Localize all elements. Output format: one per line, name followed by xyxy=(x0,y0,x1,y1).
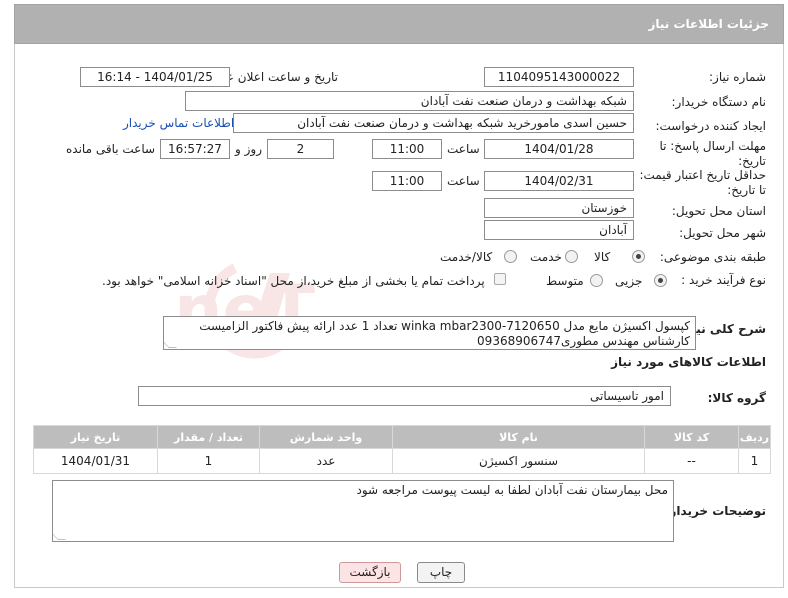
buyer-notes-label: توضیحات خریدار: xyxy=(664,504,766,518)
goods-info-title: اطلاعات کالاهای مورد نیاز xyxy=(611,355,766,369)
col-quantity: تعداد / مقدار xyxy=(157,425,260,449)
price-validity-label: حداقل تاریخ اعتبار قیمت: تا تاریخ: xyxy=(639,168,766,197)
reply-time-field: 11:00 xyxy=(372,139,442,159)
category-goods-radio[interactable] xyxy=(632,250,645,263)
buyer-contact-link[interactable]: اطلاعات تماس خریدار xyxy=(123,116,234,130)
cell-goods-name: سنسور اکسیژن xyxy=(392,448,645,474)
treasury-payment-checkbox[interactable] xyxy=(494,273,506,285)
items-table: ردیف کد کالا نام کالا واحد شمارش تعداد /… xyxy=(33,425,771,474)
items-table-header: ردیف کد کالا نام کالا واحد شمارش تعداد /… xyxy=(33,425,771,449)
description-text: کپسول اکسیژن مایع مدل winka mbar2300-712… xyxy=(199,319,690,348)
reply-deadline-label: مهلت ارسال پاسخ: تا تاریخ: xyxy=(659,139,766,168)
cell-quantity: 1 xyxy=(157,448,260,474)
col-unit: واحد شمارش xyxy=(259,425,393,449)
city-label: شهر محل تحویل: xyxy=(679,226,766,240)
cell-unit: عدد xyxy=(259,448,393,474)
process-minor-radio[interactable] xyxy=(654,274,667,287)
announce-field: 1404/01/25 - 16:14 xyxy=(80,67,230,87)
goods-group-label: گروه کالا: xyxy=(707,391,766,405)
price-time-field: 11:00 xyxy=(372,171,442,191)
buyer-org-field: شبکه بهداشت و درمان صنعت نفت آبادان xyxy=(185,91,634,111)
price-date-field: 1404/02/31 xyxy=(484,171,634,191)
days-field: 2 xyxy=(267,139,334,159)
province-field: خوزستان xyxy=(484,198,634,218)
process-label: نوع فرآیند خرید : xyxy=(681,273,766,287)
price-time-label: ساعت xyxy=(447,174,480,188)
reply-time-label: ساعت xyxy=(447,142,480,156)
description-textarea[interactable]: کپسول اکسیژن مایع مدل winka mbar2300-712… xyxy=(163,316,696,350)
resize-grip-icon[interactable] xyxy=(164,340,177,348)
days-label: روز و xyxy=(235,142,262,156)
remaining-time-field: 16:57:27 xyxy=(160,139,230,159)
cell-row-number: 1 xyxy=(738,448,771,474)
col-goods-code: کد کالا xyxy=(644,425,739,449)
buyer-org-label: نام دستگاه خریدار: xyxy=(671,95,767,109)
cell-goods-code: -- xyxy=(644,448,739,474)
category-both-label: کالا/خدمت xyxy=(440,250,493,264)
city-field: آبادان xyxy=(484,220,634,240)
treasury-payment-note: پرداخت تمام یا بخشی از مبلغ خرید،از محل … xyxy=(102,274,485,288)
need-number-label: شماره نیاز: xyxy=(709,70,766,84)
category-service-label: خدمت xyxy=(530,250,562,264)
panel-title: جزئیات اطلاعات نیاز xyxy=(648,17,769,31)
process-minor-label: جزیی xyxy=(615,274,643,288)
col-need-date: تاریخ نیاز xyxy=(33,425,158,449)
province-label: استان محل تحویل: xyxy=(671,204,766,218)
category-goods-label: کالا xyxy=(594,250,611,264)
reply-date-field: 1404/01/28 xyxy=(484,139,634,159)
buyer-notes-text: محل بیمارستان نفت آبادان لطفا به لیست پی… xyxy=(356,483,668,497)
goods-group-field: امور تاسیساتی xyxy=(138,386,671,406)
table-row: 1 -- سنسور اکسیژن عدد 1 1404/01/31 xyxy=(33,448,771,474)
col-row-number: ردیف xyxy=(738,425,771,449)
print-button[interactable]: چاپ xyxy=(417,562,465,583)
process-medium-label: متوسط xyxy=(546,274,584,288)
process-medium-radio[interactable] xyxy=(590,274,603,287)
category-label: طبقه بندی موضوعی: xyxy=(659,250,766,264)
panel-header: جزئیات اطلاعات نیاز xyxy=(14,4,784,44)
category-service-radio[interactable] xyxy=(565,250,578,263)
need-number-field: 1104095143000022 xyxy=(484,67,634,87)
back-button[interactable]: بازگشت xyxy=(339,562,401,583)
remaining-label: ساعت باقی مانده xyxy=(66,142,156,156)
buyer-notes-textarea[interactable]: محل بیمارستان نفت آبادان لطفا به لیست پی… xyxy=(52,480,674,542)
cell-need-date: 1404/01/31 xyxy=(33,448,158,474)
category-both-radio[interactable] xyxy=(504,250,517,263)
requester-field: حسین اسدی مامورخرید شبکه بهداشت و درمان … xyxy=(233,113,634,133)
resize-grip-icon[interactable] xyxy=(53,532,66,540)
col-goods-name: نام کالا xyxy=(392,425,645,449)
requester-label: ایجاد کننده درخواست: xyxy=(655,119,766,133)
